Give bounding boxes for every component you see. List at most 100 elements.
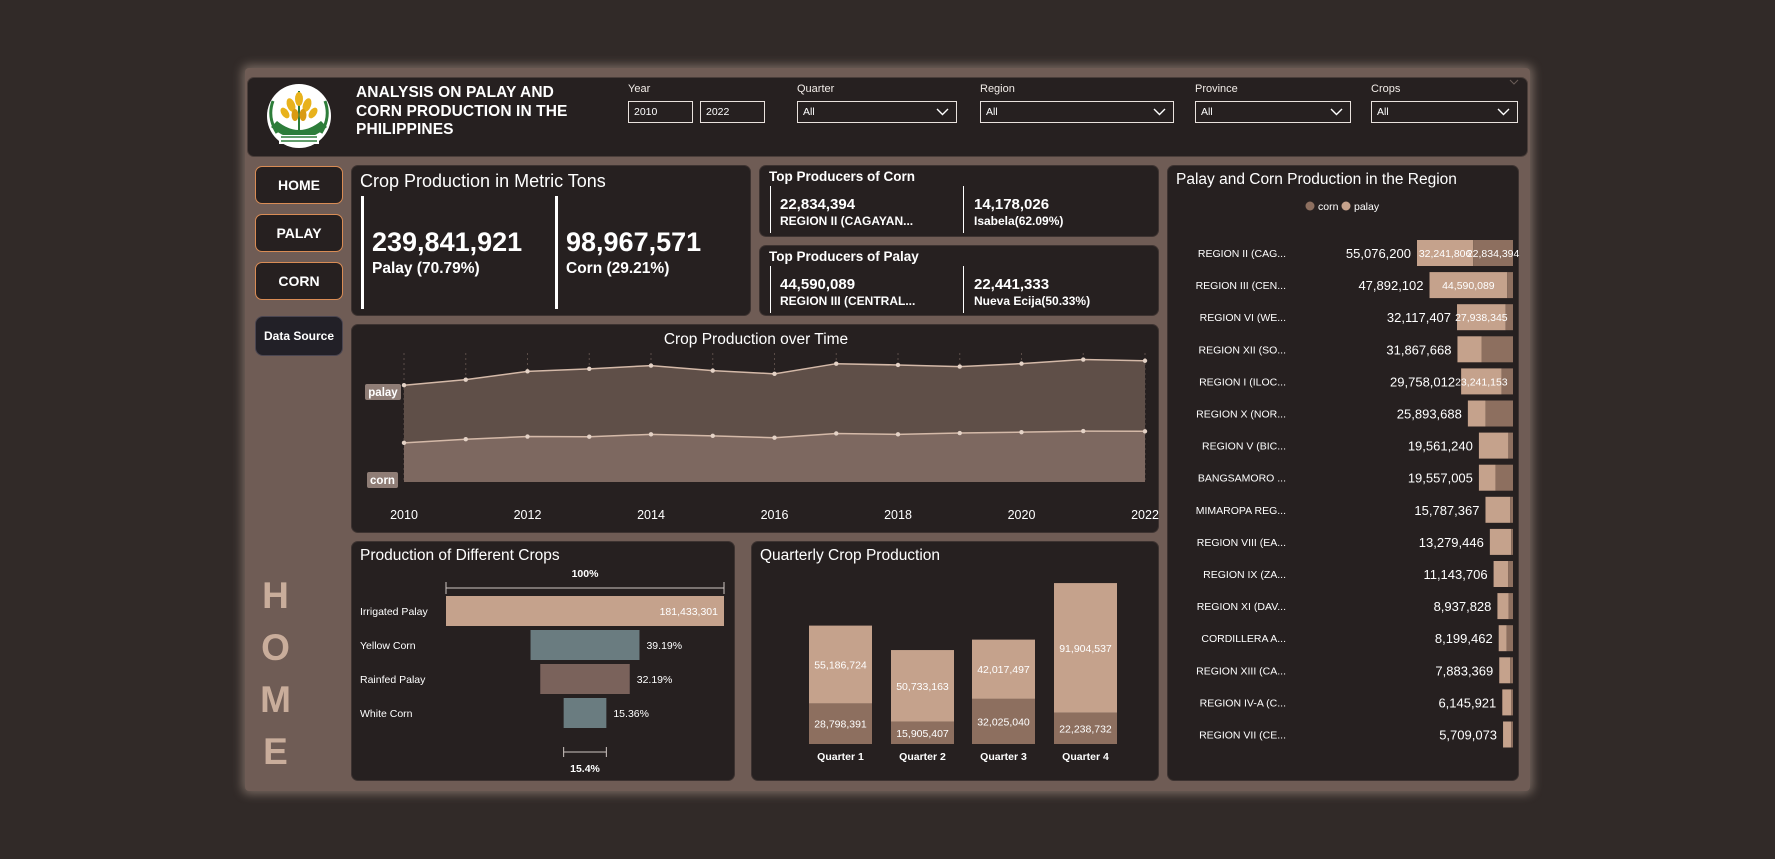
funnel-top-bracket <box>445 582 725 594</box>
quarter-corn-label: 28,798,391 <box>814 719 867 731</box>
palay-series-label: palay <box>368 387 398 399</box>
legend-corn-label: corn <box>1318 201 1339 213</box>
region-corn-bar <box>1495 464 1513 491</box>
corn-point <box>834 431 839 436</box>
region-corn-bar <box>1508 593 1513 620</box>
region-total-label: 47,892,102 <box>1358 278 1423 293</box>
crops-dropdown[interactable]: All <box>1371 101 1518 123</box>
region-total-label: 8,199,462 <box>1435 631 1493 646</box>
card-divider <box>963 266 964 313</box>
region-dropdown-value: All <box>986 106 998 118</box>
region-corn-bar <box>1481 336 1513 363</box>
chevron-down-icon <box>936 108 949 116</box>
region-corn-bar <box>1485 400 1513 427</box>
region-total-label: 15,787,367 <box>1414 503 1479 518</box>
funnel-value-label: 32.19% <box>637 674 673 686</box>
region-palay-label: 23,241,153 <box>1455 376 1508 388</box>
quarter-category-label: Quarter 2 <box>899 751 946 763</box>
x-tick-label: 2014 <box>637 508 665 522</box>
quarter-slicer-label: Quarter <box>797 83 835 95</box>
corn-nav-button[interactable]: CORN <box>255 262 343 300</box>
x-tick-label: 2012 <box>514 508 542 522</box>
corn-point <box>401 440 407 446</box>
data-source-button[interactable]: Data Source <box>255 316 343 356</box>
province-dropdown[interactable]: All <box>1195 101 1351 123</box>
header-bar: ANALYSIS ON PALAY AND CORN PRODUCTION IN… <box>247 77 1528 157</box>
region-corn-bar <box>1510 496 1513 523</box>
year-to-input[interactable]: 2022 <box>700 101 765 123</box>
top-corn-region-value: 22,834,394 <box>780 196 856 213</box>
palay-total-label: Palay (70.79%) <box>372 260 480 277</box>
page-letter: H <box>262 575 289 616</box>
corn-total-label: Corn (29.21%) <box>566 260 670 277</box>
quarter-category-label: Quarter 3 <box>980 751 1027 763</box>
region-corn-bar <box>1507 272 1513 299</box>
palay-point <box>463 377 468 382</box>
line-chart-title: Crop Production over Time <box>664 331 848 348</box>
corn-point <box>1081 428 1086 434</box>
region-category-label: REGION VIII (EA... <box>1197 537 1286 549</box>
region-slicer-label: Region <box>980 83 1015 95</box>
quarter-dropdown[interactable]: All <box>797 101 957 123</box>
corn-point <box>710 433 715 439</box>
x-tick-label: 2022 <box>1131 508 1159 522</box>
production-over-time-card: Crop Production over Time palay corn 2010 2… <box>351 324 1159 533</box>
region-card: Palay and Corn Production in the Region … <box>1167 165 1520 781</box>
palay-point <box>710 368 715 373</box>
quarterly-chart: Quarterly Crop Production 28,798,391 55,1… <box>760 547 1117 763</box>
region-corn-label: 22,834,394 <box>1467 248 1520 260</box>
corn-point <box>463 437 468 442</box>
region-category-label: REGION VI (WE... <box>1200 312 1286 324</box>
x-tick-label: 2020 <box>1008 508 1036 522</box>
quarter-palay-label: 55,186,724 <box>814 659 867 671</box>
quarterly-card: Quarterly Crop Production 28,798,391 55,1… <box>751 541 1159 781</box>
palay-point <box>1081 357 1086 362</box>
region-category-label: REGION XII (SO... <box>1198 344 1286 356</box>
region-total-label: 31,867,668 <box>1386 342 1451 357</box>
kpi-card: Crop Production in Metric Tons 239,841,9… <box>351 165 751 316</box>
region-corn-bar <box>1506 625 1513 652</box>
region-total-label: 13,279,446 <box>1419 535 1484 550</box>
funnel-bar <box>540 664 630 694</box>
year-from-input[interactable]: 2010 <box>628 101 693 123</box>
region-category-label: REGION X (NOR... <box>1196 409 1286 421</box>
region-total-label: 25,893,688 <box>1397 407 1462 422</box>
region-category-label: REGION V (BIC... <box>1202 441 1286 453</box>
x-tick-label: 2016 <box>761 508 789 522</box>
region-palay-bar <box>1502 689 1512 716</box>
palay-point <box>1142 358 1148 363</box>
palay-total-value: 239,841,921 <box>372 227 523 257</box>
top-palay-province-label: Nueva Ecija(50.33%) <box>974 294 1091 308</box>
chevron-down-icon <box>1497 108 1510 116</box>
card-divider <box>770 266 771 313</box>
crops-dropdown-value: All <box>1377 106 1389 118</box>
region-dropdown[interactable]: All <box>980 101 1174 123</box>
kpi-divider <box>555 196 558 309</box>
region-palay-bar <box>1478 432 1509 459</box>
region-palay-bar <box>1457 336 1482 363</box>
region-chart-title: Palay and Corn Production in the Region <box>1176 171 1457 188</box>
palay-point <box>834 361 839 366</box>
funnel-value-label: 15.36% <box>613 708 649 720</box>
corn-point <box>587 434 592 439</box>
palay-point <box>525 369 530 374</box>
region-palay-bar <box>1478 464 1496 491</box>
dashboard-title: ANALYSIS ON PALAY AND CORN PRODUCTION IN… <box>356 84 568 138</box>
region-total-label: 55,076,200 <box>1346 246 1411 261</box>
department-of-agriculture-logo <box>267 84 331 148</box>
funnel-value-label: 39.19% <box>646 640 682 652</box>
region-palay-label: 32,241,806 <box>1419 248 1472 260</box>
palay-point <box>772 371 777 377</box>
chevron-down-icon <box>1509 79 1519 85</box>
region-category-label: REGION II (CAG... <box>1198 248 1286 260</box>
top-corn-title: Top Producers of Corn <box>769 169 916 184</box>
chevron-down-icon <box>1330 108 1343 116</box>
home-nav-button[interactable]: HOME <box>255 166 343 204</box>
quarter-palay-label: 91,904,537 <box>1059 643 1112 655</box>
region-corn-bar <box>1508 561 1513 587</box>
palay-nav-button[interactable]: PALAY <box>255 214 343 252</box>
region-category-label: REGION I (ILOC... <box>1199 376 1286 388</box>
quarter-palay-label: 50,733,163 <box>896 681 949 693</box>
top-palay-province-value: 22,441,333 <box>974 276 1050 293</box>
palay-point <box>957 364 962 369</box>
